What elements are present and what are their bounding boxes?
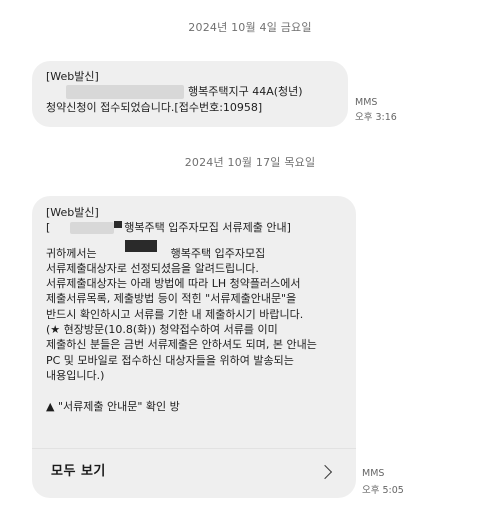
view-all-label: 모두 보기 (51, 464, 106, 480)
message-text: 귀하께서는 (46, 246, 97, 260)
message-text: 행복주택지구 44A(청년) (188, 85, 303, 99)
message-thread[interactable]: 2024년 10월 4일 금요일 [Web발신] 행복주택지구 44A(청년) … (0, 0, 500, 521)
message-timestamp: 오후 5:05 (362, 485, 404, 496)
message-text: 행복주택 입주자모집 서류제출 안내] (124, 221, 291, 235)
message-line: PC 및 모바일로 접수하신 대상자들을 위하여 발송되는 (46, 353, 294, 367)
message-line (46, 383, 344, 399)
message-line: 행복주택지구 44A(청년) (46, 84, 336, 100)
view-all-button[interactable]: 모두 보기 (32, 452, 356, 492)
redacted-text (70, 222, 115, 235)
bubble-divider (32, 448, 356, 449)
message-type-label: MMS (362, 468, 385, 479)
message-line: ▲ "서류제출 안내문" 확인 방 (46, 400, 180, 414)
message-line: 서류제출대상자로 선정되셨음을 알려드립니다. (46, 261, 259, 275)
message-line: 반드시 확인하시고 서류를 기한 내 제출하시기 바랍니다. (46, 307, 304, 321)
message-line: 제출서류목록, 제출방법 등이 적힌 "서류제출안내문"을 (46, 292, 297, 306)
date-separator: 2024년 10월 17일 목요일 (184, 156, 316, 169)
message-line: 내용입니다.) (46, 368, 105, 382)
message-line: (★ 현장방문(10.8(화)) 청약접수하여 서류를 이미 (46, 323, 278, 337)
message-line (46, 236, 344, 246)
redacted-text (124, 239, 157, 252)
message-timestamp: 오후 3:16 (355, 112, 397, 123)
redacted-text (66, 85, 184, 100)
message-text: [ (46, 221, 51, 235)
message-line: [Web발신] (46, 70, 99, 83)
message-line: 서류제출대상자는 아래 방법에 따라 LH 청약플러스에서 (46, 277, 301, 291)
redacted-text (114, 221, 123, 229)
message-line: 제출하신 분들은 금번 서류제출은 안하셔도 되며, 본 안내는 (46, 338, 317, 352)
message-text: 행복주택 입주자모집 (170, 246, 266, 260)
message-line: 귀하께서는 행복주택 입주자모집 (46, 239, 344, 261)
date-separator: 2024년 10월 4일 금요일 (188, 21, 312, 34)
message-bubble[interactable]: [Web발신] 행복주택지구 44A(청년) 청약신청이 접수되었습니다.[접수… (32, 61, 348, 127)
message-line: [ 행복주택 입주자모집 서류제출 안내] (46, 220, 344, 235)
message-type-label: MMS (355, 97, 378, 108)
message-line: 청약신청이 접수되었습니다.[접수번호:10958] (46, 100, 263, 114)
message-line: [Web발신] (46, 206, 99, 219)
chevron-right-icon (317, 464, 333, 480)
message-bubble[interactable]: [Web발신] [ 행복주택 입주자모집 서류제출 안내] 귀하께서는 행복주택 입… (32, 196, 356, 498)
